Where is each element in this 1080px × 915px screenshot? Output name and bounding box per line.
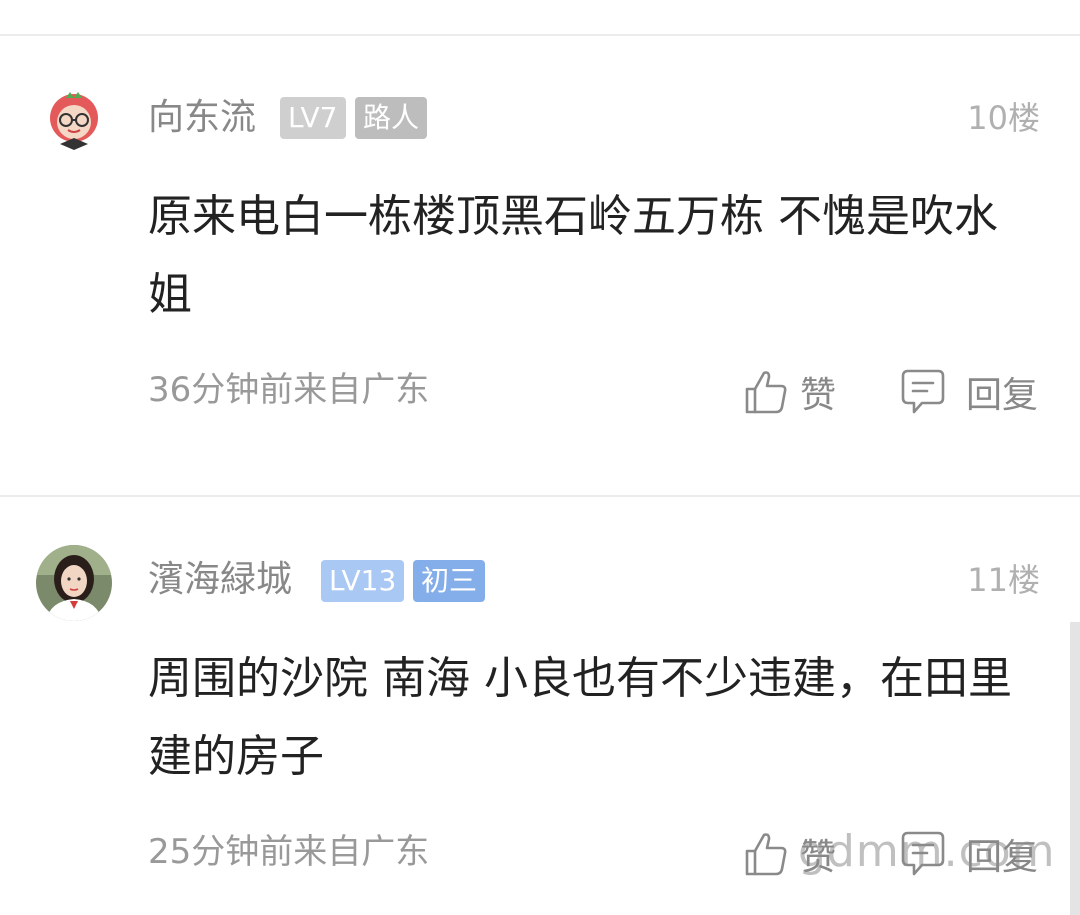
- watermark: gdmm.com: [798, 826, 1056, 877]
- avatar[interactable]: [36, 82, 112, 158]
- reply-label: 回复: [966, 375, 1039, 416]
- comment-text: 原来电白一栋楼顶黑石岭五万栋 不愧是吹水姐: [148, 191, 998, 320]
- title-badge: 初三: [413, 560, 486, 602]
- username[interactable]: 濱海緑城: [148, 558, 292, 602]
- comment-meta: 36分钟前来自广东: [148, 370, 430, 410]
- like-label: 赞: [800, 375, 837, 416]
- level-badge: LV7: [280, 97, 346, 139]
- floor-number: 10楼: [967, 99, 1040, 137]
- avatar[interactable]: [36, 545, 112, 621]
- top-divider: [0, 34, 1080, 36]
- comment-divider: [0, 495, 1080, 497]
- title-badge: 路人: [355, 97, 428, 139]
- reply-button[interactable]: 回复: [900, 366, 1038, 418]
- thumbs-up-icon: [744, 831, 788, 877]
- scrollbar-thumb[interactable]: [1070, 622, 1080, 915]
- comment-meta: 25分钟前来自广东: [148, 832, 430, 872]
- username[interactable]: 向东流: [148, 96, 256, 140]
- comment-text: 周围的沙院 南海 小良也有不少违建，在田里建的房子: [148, 653, 1012, 782]
- thumbs-up-icon: [744, 369, 788, 415]
- like-button[interactable]: 赞: [744, 366, 836, 418]
- floor-number: 11楼: [967, 561, 1040, 599]
- comment-bubble-icon: [900, 368, 946, 416]
- level-badge: LV13: [321, 560, 405, 602]
